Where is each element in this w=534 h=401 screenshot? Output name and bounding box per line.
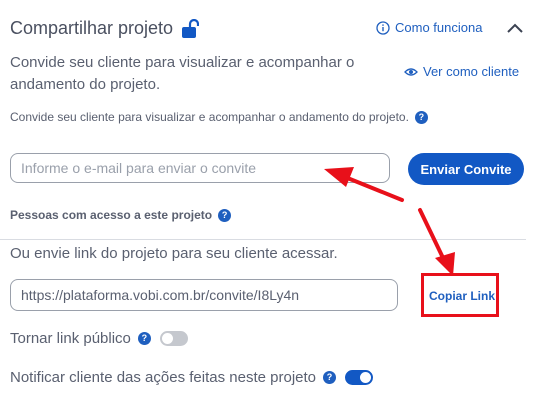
project-link-field[interactable] [10, 279, 398, 311]
public-link-toggle[interactable] [159, 331, 188, 346]
help-icon[interactable]: ? [137, 332, 151, 345]
annotation-arrow [418, 208, 455, 276]
link-instructions: Ou envie link do projeto para seu client… [10, 245, 338, 262]
invite-description: Convide seu cliente para visualizar e ac… [10, 110, 428, 124]
panel-header: Compartilhar projeto [10, 18, 200, 39]
how-it-works-label: Como funciona [395, 20, 483, 35]
help-icon[interactable]: ? [218, 208, 232, 222]
notify-client-label: Notificar cliente das ações feitas neste… [10, 369, 316, 386]
panel-description: Convide seu cliente para visualizar e ac… [10, 54, 355, 93]
panel-title: Compartilhar projeto [10, 18, 174, 38]
eye-icon [404, 67, 418, 76]
invite-description-text: Convide seu cliente para visualizar e ac… [10, 110, 409, 124]
access-label-text: Pessoas com acesso a este projeto [10, 208, 213, 222]
view-as-client-link[interactable]: Ver como cliente [404, 64, 519, 79]
notify-client-toggle[interactable] [345, 370, 373, 385]
access-section-label: Pessoas com acesso a este projeto ? [10, 208, 232, 222]
share-project-panel: Compartilhar projeto Como funciona Convi… [0, 0, 534, 401]
notify-client-row: Notificar cliente das ações feitas neste… [10, 369, 373, 386]
info-icon [376, 20, 390, 35]
help-icon[interactable]: ? [414, 110, 428, 124]
how-it-works-link[interactable]: Como funciona [376, 20, 482, 35]
divider [0, 239, 526, 240]
view-as-client-label: Ver como cliente [423, 64, 520, 79]
help-icon[interactable]: ? [323, 371, 336, 384]
annotation-highlight-box [421, 273, 499, 317]
chevron-up-icon[interactable] [504, 19, 526, 37]
send-invite-button[interactable]: Enviar Convite [408, 153, 524, 185]
public-link-row: Tornar link público ? [10, 330, 188, 347]
public-link-label: Tornar link público [10, 330, 131, 347]
email-input[interactable] [10, 153, 390, 183]
unlock-icon [182, 18, 200, 38]
